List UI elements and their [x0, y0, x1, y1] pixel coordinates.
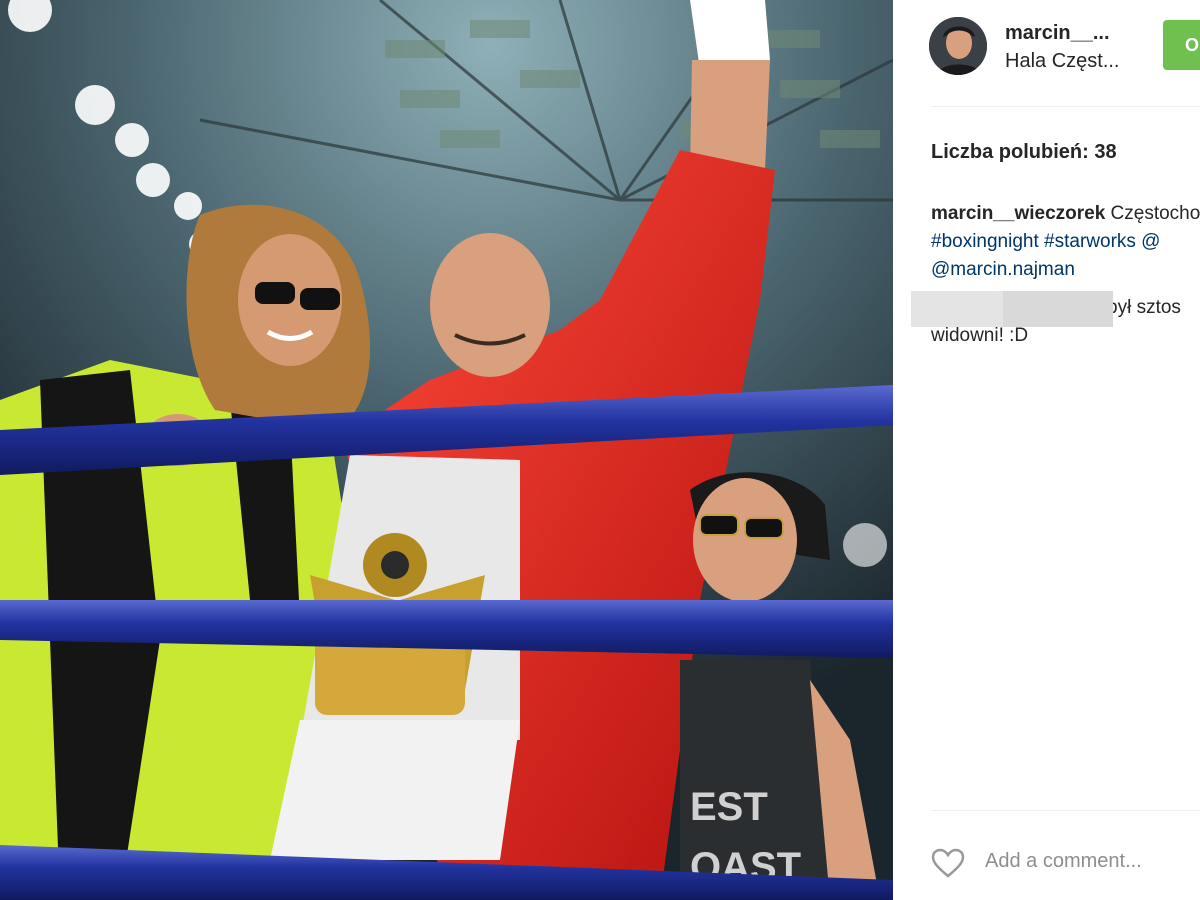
post-sidebar: marcin__... Hala Częst... Obserwuj Liczb… — [893, 0, 1200, 900]
caption-username[interactable]: marcin__wieczorek — [931, 203, 1105, 224]
redacted-username-part — [1003, 291, 1113, 327]
caption-mention[interactable]: @marcin.najman — [931, 259, 1075, 280]
comment-input[interactable] — [985, 850, 1200, 873]
caption-hashtags[interactable]: #boxingnight #starworks @ — [931, 231, 1160, 252]
header-divider — [931, 106, 1200, 107]
post-caption: marcin__wieczorek Częstochowa #boxingnig… — [931, 200, 1200, 284]
likes-count[interactable]: Liczba polubień: 38 — [931, 141, 1117, 164]
follow-button[interactable]: Obserwuj — [1163, 20, 1200, 70]
avatar-image — [929, 17, 987, 75]
caption-text: Częstochowa — [1110, 203, 1200, 224]
comment-bar — [931, 838, 1200, 888]
svg-text:EST: EST — [690, 785, 768, 829]
boxing-ring-photo: EST OAST — [0, 0, 893, 900]
footer-divider — [931, 810, 1200, 811]
avatar[interactable] — [929, 17, 987, 75]
heart-icon[interactable] — [931, 848, 965, 878]
comment-text-line1: był sztos — [1107, 297, 1181, 318]
comment-text-line2: widowni! :D — [931, 325, 1029, 346]
location-link[interactable]: Hala Częst... — [1005, 50, 1119, 73]
post-header: marcin__... Hala Częst... Obserwuj — [893, 0, 1200, 106]
post-photo[interactable]: EST OAST — [0, 0, 893, 900]
username-link[interactable]: marcin__... — [1005, 22, 1110, 45]
